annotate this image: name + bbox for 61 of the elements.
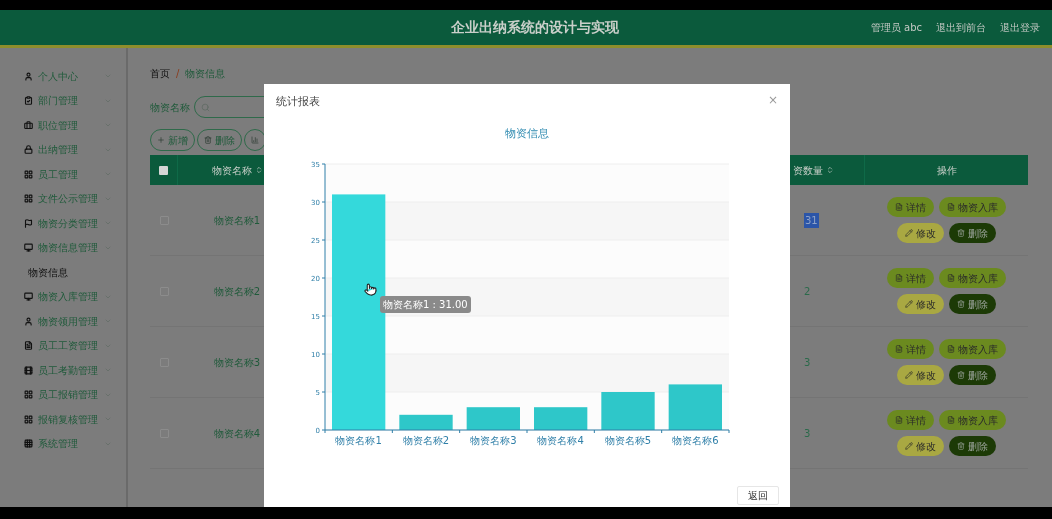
search-label: 物资名称	[150, 100, 190, 115]
dialog-title: 统计报表	[276, 93, 320, 110]
app-title: 企业出纳系统的设计与实现	[450, 18, 620, 37]
table-cell-text: 3	[804, 355, 811, 370]
axis-tick-label: 物资名称6	[672, 435, 719, 446]
column-header[interactable]: 物资名称	[178, 155, 296, 185]
action-button[interactable]: 详情	[887, 410, 934, 430]
action-button[interactable]: 修改	[897, 436, 944, 456]
breadcrumb-current: 物资信息	[185, 66, 226, 81]
sidebar-item[interactable]: 文件公示管理	[12, 186, 112, 211]
sidebar-item[interactable]: 物资领用管理	[12, 309, 112, 334]
sidebar-item[interactable]: 部门管理	[12, 88, 112, 113]
sidebar-item[interactable]: 员工考勤管理	[12, 358, 112, 383]
header-link[interactable]: 退出登录	[1000, 20, 1040, 35]
sidebar-item[interactable]: 出纳管理	[12, 137, 112, 162]
table-cell-text: 物资名称2	[213, 284, 261, 299]
sidebar-item[interactable]: 员工管理	[12, 162, 112, 187]
sidebar-subitem[interactable]: 物资信息	[12, 260, 112, 285]
action-button[interactable]: 物资入库	[939, 410, 1006, 430]
axis-tick-label: 物资名称1	[335, 435, 382, 446]
sidebar-item[interactable]: 物资信息管理	[12, 235, 112, 260]
table-cell-text: 物资名称3	[213, 355, 261, 370]
sidebar-item[interactable]: 物资入库管理	[12, 284, 112, 309]
sidebar-item[interactable]: 员工工资管理	[12, 333, 112, 358]
action-button[interactable]: 删除	[949, 365, 996, 385]
sidebar-item[interactable]: 系统管理	[12, 431, 112, 456]
chart-title: 物资信息	[505, 125, 549, 142]
axis-tick-label: 物资名称4	[537, 435, 584, 446]
sidebar-item[interactable]: 物资分类管理	[12, 211, 112, 236]
action-button[interactable]: 物资入库	[939, 339, 1006, 359]
table-cell-text: 2	[804, 284, 811, 299]
sidebar-item[interactable]: 报销复核管理	[12, 407, 112, 432]
action-button[interactable]: 详情	[887, 268, 934, 288]
breadcrumb-link[interactable]: 首页	[150, 65, 170, 81]
action-button[interactable]: 修改	[897, 223, 944, 243]
table-cell-text: 物资名称4	[213, 426, 261, 441]
table-cell-text: 3	[804, 426, 811, 441]
action-button[interactable]: 修改	[897, 365, 944, 385]
return-button[interactable]: 返回	[737, 486, 779, 505]
table-cell: 31	[804, 212, 819, 228]
sidebar-item[interactable]: 职位管理	[12, 113, 112, 138]
action-button[interactable]: 详情	[887, 339, 934, 359]
chart-tooltip: 物资名称1 : 31.00	[380, 296, 471, 313]
breadcrumb-separator: /	[176, 66, 180, 81]
action-button[interactable]: 删除	[949, 294, 996, 314]
column-header: 操作	[935, 163, 958, 178]
action-button[interactable]: 物资入库	[939, 268, 1006, 288]
sidebar-item[interactable]: 个人中心	[12, 64, 112, 89]
header-link[interactable]: 退出到前台	[936, 20, 986, 35]
action-button[interactable]: 物资入库	[939, 197, 1006, 217]
table-cell-text: 物资名称1	[213, 213, 261, 228]
action-button[interactable]: 删除	[949, 436, 996, 456]
axis-tick-label: 物资名称5	[604, 435, 652, 446]
axis-tick-label: 物资名称3	[470, 435, 517, 446]
action-button[interactable]: 修改	[897, 294, 944, 314]
user-label: 管理员 abc	[870, 21, 922, 35]
axis-tick-label: 物资名称2	[402, 435, 450, 446]
sidebar-item[interactable]: 员工报销管理	[12, 382, 112, 407]
action-button[interactable]: 详情	[887, 197, 934, 217]
action-button[interactable]: 删除	[949, 223, 996, 243]
close-button[interactable]: ×	[767, 94, 778, 106]
